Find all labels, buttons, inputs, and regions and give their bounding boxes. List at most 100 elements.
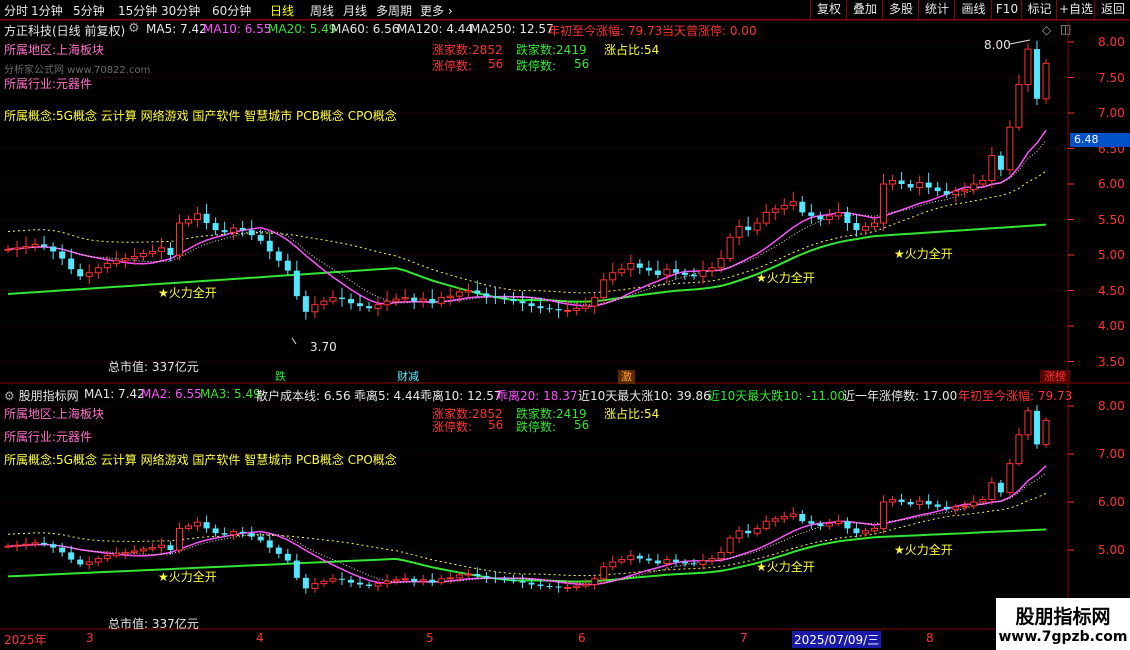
diamond-icon[interactable]: ◇: [1042, 23, 1051, 37]
sub-candle-body: [925, 501, 932, 505]
sub-candle-body: [85, 561, 93, 565]
ma-label-5: MA250: 12.57: [470, 22, 554, 36]
sub-candle-body: [636, 555, 643, 559]
sub-candle-body: [4, 545, 12, 548]
sub-candle-body: [13, 544, 21, 547]
sub-candle-body: [139, 548, 147, 552]
sub-candle-body: [221, 533, 228, 535]
main-candle-body: [699, 270, 707, 277]
sub-candle-body: [654, 560, 661, 564]
sub-candle-body: [59, 547, 66, 553]
event-marker-3[interactable]: 涨榜: [1040, 370, 1070, 384]
date-label-6: 2025/07/09/三: [792, 631, 882, 648]
sub-candle-body: [257, 536, 264, 541]
sub-candle-body: [681, 562, 688, 564]
main-candle-body: [726, 236, 734, 260]
sub-candle-body: [799, 514, 806, 522]
main-y-tick: 3.50: [1098, 354, 1125, 369]
main-candle-body: [573, 307, 581, 311]
sub-title-text: 股朋指标网: [18, 389, 79, 403]
date-label-1: 3: [86, 631, 94, 645]
sub-candle-body: [573, 585, 581, 588]
sub-candle-body: [446, 577, 454, 580]
main-candle-body: [455, 291, 463, 297]
date-label-3: 5: [426, 631, 434, 645]
sub-candle-body: [853, 528, 860, 534]
sub-candle-body: [148, 547, 156, 550]
main-candle-body: [464, 290, 472, 293]
sub-candle-body: [175, 527, 183, 551]
market-cap: 总市值: 337亿元: [108, 360, 199, 374]
sub-candle-body: [203, 522, 210, 529]
main-candle-body: [483, 293, 490, 297]
main-candle-body: [374, 304, 382, 309]
sub-signal-label-3: ★火力全开: [894, 543, 953, 557]
sub-candle-body: [392, 579, 400, 582]
event-marker-2[interactable]: 激: [618, 370, 635, 384]
main-candle-body: [979, 179, 987, 185]
main-candle-body: [961, 189, 969, 192]
kline-chart[interactable]: [0, 0, 1130, 650]
main-candle-body: [789, 201, 797, 206]
sub-candle-body: [735, 530, 743, 539]
main-candle-body: [708, 267, 716, 272]
main-candle-body: [925, 182, 932, 188]
sub-ma60-line: [7, 492, 1047, 577]
main-candle-body: [1024, 48, 1032, 86]
rise-count: 涨家数:2852: [432, 43, 503, 57]
ma-label-4: MA120: 4.44: [397, 22, 474, 36]
ma-label-6: 年初至今涨幅: 79.73: [548, 24, 663, 38]
sub-candle-body: [320, 580, 328, 585]
sub-candle-body: [979, 499, 987, 503]
main-candle-body: [880, 183, 888, 224]
main-candle-body: [780, 204, 788, 210]
main-candle-body: [257, 235, 264, 241]
ma-label-3: MA60: 6.56: [331, 22, 400, 36]
current-price-tag: 6.48: [1070, 133, 1130, 147]
event-marker-0[interactable]: 跌: [272, 370, 289, 384]
sub-signal-label-2: ★火力全开: [756, 560, 815, 574]
sub-candle-body: [898, 499, 905, 502]
main-candle-body: [997, 155, 1004, 170]
sub-candle-body: [338, 578, 345, 580]
sub-settings-icon[interactable]: ⚙: [4, 389, 15, 403]
site-badge: 股朋指标网 www.7gpzb.com: [996, 598, 1130, 650]
limit-down-label: 跌停数:: [516, 59, 557, 73]
industry-label: 所属行业:元器件: [4, 77, 93, 91]
sub-candle-body: [429, 579, 436, 583]
limit-down-value: 56: [574, 57, 590, 71]
main-candle-body: [889, 179, 897, 185]
main-candle-body: [753, 222, 761, 231]
main-candle-body: [167, 247, 174, 255]
sub-candle-body: [31, 542, 39, 545]
sub-concepts-label: 所属概念:5G概念 云计算 网络游戏 国产软件 智慧城市 PCB概念 CPO概念: [4, 453, 397, 467]
sub-candle-body: [167, 545, 174, 550]
main-candle-body: [762, 211, 770, 224]
sub-candle-body: [50, 544, 57, 548]
event-marker-1[interactable]: 财减: [393, 370, 423, 384]
main-candle-body: [31, 243, 39, 247]
signal-label-1: ★火力全开: [158, 286, 217, 300]
main-candle-body: [492, 296, 499, 298]
main-y-tick: 7.50: [1098, 70, 1125, 85]
sub-ma-label-7: 近10天最大涨10: 39.86: [578, 389, 711, 403]
signal-label-3: ★火力全开: [894, 247, 953, 261]
main-candle-body: [203, 213, 210, 224]
sub-ma-label-4: 乖离5: 4.44: [354, 389, 421, 403]
sub-candle-body: [1033, 410, 1040, 445]
main-candle-body: [366, 306, 373, 309]
sub-ma-label-5: 乖离10: 12.57: [420, 389, 502, 403]
sub-candle-body: [889, 499, 897, 503]
sub-y-tick: 6.00: [1098, 495, 1125, 509]
sub-candle-body: [825, 523, 833, 527]
sub-candle-body: [492, 577, 499, 579]
sub-candle-body: [934, 504, 941, 507]
main-candle-body: [510, 299, 517, 302]
date-label-0: 2025年: [4, 633, 47, 647]
sub-candle-body: [690, 563, 697, 565]
main-candle-body: [745, 226, 752, 231]
main-y-tick: 8.00: [1098, 35, 1125, 49]
main-candle-body: [501, 297, 508, 300]
panel-toggle-icon[interactable]: ◫: [1060, 22, 1071, 36]
settings-icon[interactable]: ⚙: [128, 21, 140, 36]
